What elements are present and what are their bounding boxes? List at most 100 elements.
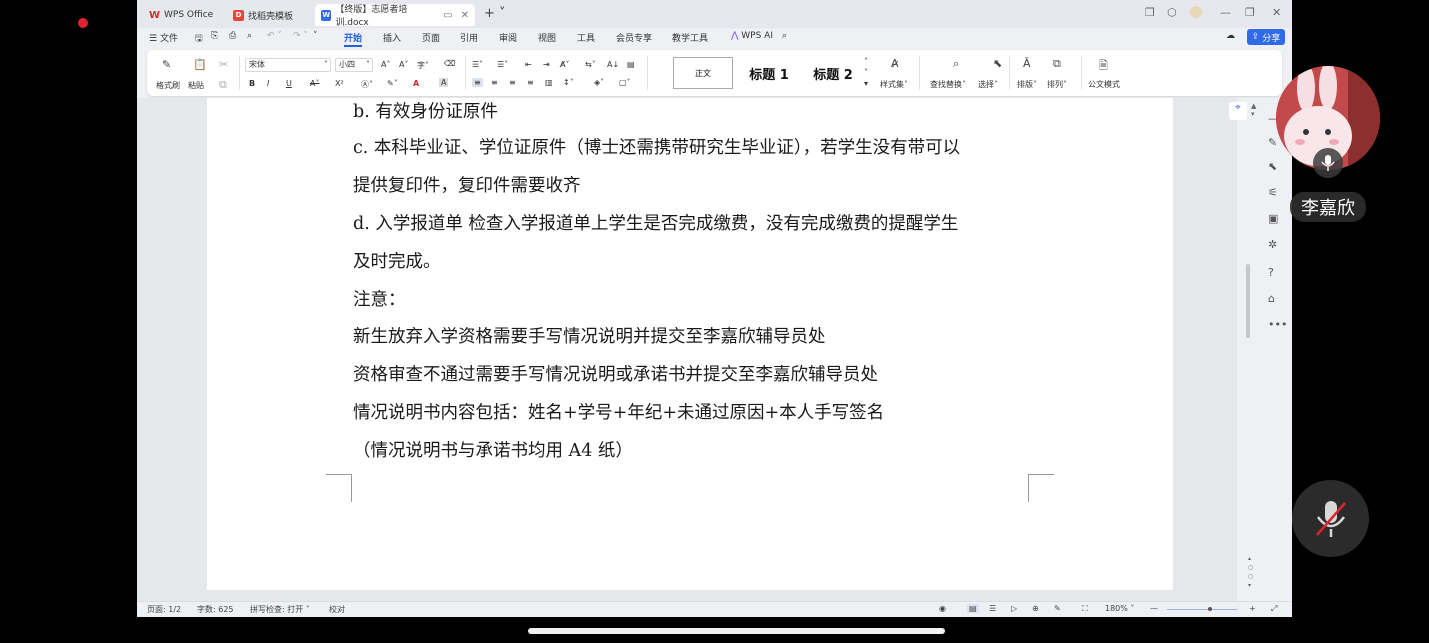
- word-count[interactable]: 字数: 625: [197, 604, 234, 615]
- menu-view[interactable]: 视图: [538, 31, 556, 44]
- zoom-in-button[interactable]: +: [1249, 604, 1256, 613]
- find-replace-icon[interactable]: ⌕: [953, 57, 959, 71]
- proofread-button[interactable]: 校对: [329, 604, 345, 615]
- menu-home[interactable]: 开始: [344, 31, 363, 47]
- menu-page[interactable]: 页面: [422, 31, 440, 44]
- justify-icon[interactable]: ≡: [527, 78, 534, 87]
- text-effect-icon[interactable]: Ⓐ˅: [361, 79, 373, 90]
- find-replace-button[interactable]: 查找替换˅: [930, 79, 966, 90]
- shading-icon[interactable]: ◈˅: [594, 78, 604, 87]
- align-right-icon[interactable]: ≡: [509, 78, 516, 87]
- arrange-button[interactable]: 排列˅: [1047, 79, 1067, 90]
- style-heading-2[interactable]: 标题 2: [805, 57, 861, 89]
- italic-button[interactable]: I: [267, 79, 269, 88]
- tools-icon[interactable]: ✲: [1268, 238, 1277, 251]
- cube-icon[interactable]: ⬡: [1167, 6, 1177, 19]
- numbered-list-icon[interactable]: ☰˅: [497, 60, 508, 69]
- paste-button[interactable]: 粘贴: [188, 80, 204, 91]
- text-direction-icon[interactable]: ⇆˅: [585, 60, 596, 69]
- pen-icon[interactable]: ✎: [1054, 604, 1061, 613]
- copy-icon[interactable]: ⧉: [219, 78, 227, 92]
- mute-toggle-button[interactable]: [1292, 480, 1369, 557]
- print-preview-icon[interactable]: ⌕: [247, 31, 252, 41]
- chinese-layout-icon[interactable]: A̸˅: [560, 60, 569, 69]
- menu-insert[interactable]: 插入: [383, 31, 401, 44]
- edit-icon[interactable]: ✎: [1268, 136, 1277, 149]
- file-menu[interactable]: ☰ 文件: [149, 31, 178, 44]
- scroll-down-icon[interactable]: ▴ ○ ○ ▾: [1248, 554, 1253, 590]
- search-icon[interactable]: ⌕: [782, 31, 787, 41]
- wps-ai-button[interactable]: ⋀ WPS AI: [731, 31, 773, 41]
- underline-button[interactable]: U: [286, 79, 292, 88]
- cloud-icon[interactable]: ☁: [1226, 31, 1235, 41]
- menu-tools[interactable]: 工具: [577, 31, 595, 44]
- scrollbar-thumb[interactable]: [1246, 264, 1250, 338]
- page-count[interactable]: 页面: 1/2: [147, 604, 181, 615]
- strikethrough-icon[interactable]: A˅: [310, 79, 319, 88]
- font-name-select[interactable]: 宋体 ˅: [245, 58, 331, 72]
- print-icon[interactable]: ⎙: [229, 31, 236, 41]
- eye-protection-icon[interactable]: ◉: [939, 604, 946, 613]
- font-color-button[interactable]: A: [413, 79, 419, 88]
- tab-docer-template[interactable]: D 找稻壳模板: [227, 4, 299, 26]
- zoom-out-button[interactable]: —: [1150, 604, 1158, 613]
- scroll-up-icon[interactable]: ▲ ▾: [1251, 102, 1256, 118]
- paste-icon[interactable]: 📋: [193, 58, 207, 71]
- web-view-icon[interactable]: ⊕: [1032, 604, 1039, 613]
- more-icon[interactable]: •••: [1268, 318, 1287, 331]
- font-size-select[interactable]: 小四 ˅: [335, 58, 373, 72]
- help-icon[interactable]: ?: [1268, 266, 1274, 279]
- line-spacing-icon[interactable]: ↕˅: [563, 78, 574, 87]
- image-icon[interactable]: ▣: [1268, 212, 1278, 225]
- style-scroll-icon[interactable]: ˄ ˅ ▾: [864, 56, 868, 89]
- distribute-icon[interactable]: ▥: [545, 78, 553, 87]
- gift-icon[interactable]: ⌂: [1268, 292, 1275, 305]
- align-left-icon[interactable]: ≡: [472, 78, 483, 87]
- close-window-button[interactable]: ✕: [1272, 6, 1281, 19]
- adjust-icon[interactable]: ⚟: [1268, 186, 1278, 199]
- document-page[interactable]: b. 有效身份证原件 c. 本科毕业证、学位证原件（博士还需携带研究生毕业证），…: [207, 98, 1173, 590]
- export-icon[interactable]: ⎘: [211, 31, 218, 41]
- grow-font-icon[interactable]: A˄: [381, 60, 390, 69]
- border-icon[interactable]: ▢˅: [619, 78, 631, 87]
- user-avatar-icon[interactable]: [1190, 6, 1202, 18]
- add-tab-button[interactable]: + ˅: [484, 6, 506, 21]
- pointer-icon[interactable]: ⬉: [1268, 160, 1277, 173]
- char-shading-icon[interactable]: A: [439, 78, 449, 87]
- save-icon[interactable]: 🖫: [195, 31, 203, 47]
- fit-page-icon[interactable]: ⛶: [1082, 604, 1088, 614]
- highlight-icon[interactable]: ✎˅: [387, 79, 398, 88]
- align-center-icon[interactable]: ≡: [491, 78, 498, 87]
- superscript-button[interactable]: X²: [335, 79, 344, 88]
- zoom-select[interactable]: 180% ˅: [1105, 604, 1134, 613]
- layout-button[interactable]: 排版˅: [1017, 79, 1037, 90]
- menu-teaching-tools[interactable]: 教学工具: [672, 31, 708, 44]
- select-icon[interactable]: ⬉: [993, 57, 1002, 70]
- menu-review[interactable]: 审阅: [499, 31, 517, 44]
- menu-member[interactable]: 会员专享: [616, 31, 652, 44]
- minimize-button[interactable]: —: [1220, 6, 1231, 19]
- layout-icon[interactable]: Ā: [1023, 57, 1031, 70]
- redo-icon[interactable]: ↷ ˅: [293, 31, 308, 41]
- style-normal[interactable]: 正文: [673, 57, 733, 89]
- zoom-slider[interactable]: [1167, 609, 1237, 610]
- official-mode-button[interactable]: 公文模式: [1088, 79, 1120, 90]
- arrange-icon[interactable]: ⧉: [1053, 57, 1061, 71]
- bullet-list-icon[interactable]: ☰˅: [472, 60, 483, 69]
- clear-format-icon[interactable]: ⌫: [444, 59, 455, 68]
- bold-button[interactable]: B: [249, 79, 255, 88]
- style-set-button[interactable]: 样式集˅: [880, 79, 908, 90]
- zoom-slider-thumb[interactable]: [1208, 607, 1212, 611]
- style-set-icon[interactable]: A̷: [891, 57, 899, 70]
- decrease-indent-icon[interactable]: ⇤: [525, 60, 532, 69]
- select-button[interactable]: 选择˅: [978, 79, 998, 90]
- tab-wps-office[interactable]: W WPS Office: [143, 4, 219, 26]
- undo-icon[interactable]: ↶ ˅: [267, 31, 282, 41]
- monitor-icon[interactable]: ▭: [443, 10, 452, 21]
- restore-button[interactable]: ❐: [1245, 6, 1255, 19]
- location-icon[interactable]: ⌖: [1229, 102, 1247, 120]
- menu-reference[interactable]: 引用: [460, 31, 478, 44]
- cut-icon[interactable]: ✂: [219, 58, 228, 71]
- play-icon[interactable]: ▷: [1011, 604, 1017, 613]
- official-doc-icon[interactable]: 🗎: [1099, 57, 1108, 76]
